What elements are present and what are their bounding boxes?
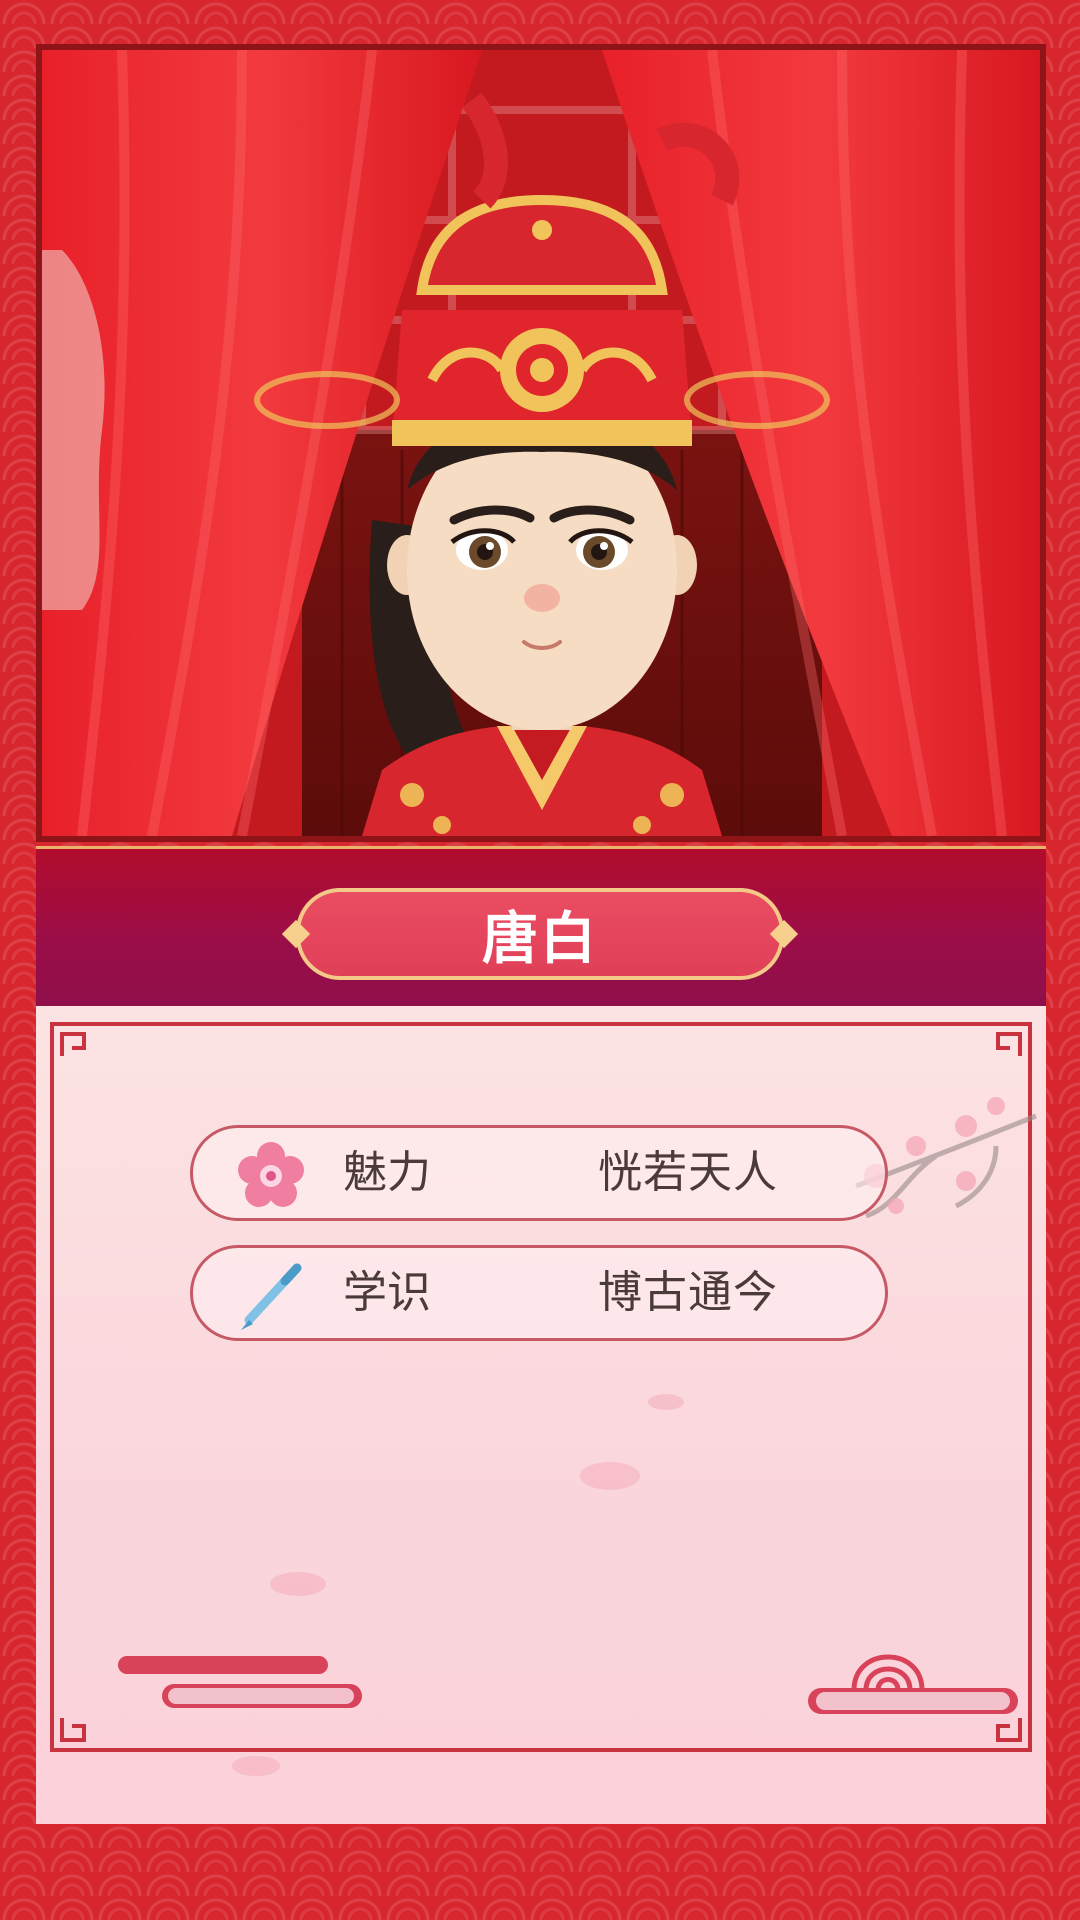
stat-row-learning: 学识 博古通今 bbox=[190, 1245, 888, 1341]
character-name: 唐白 bbox=[482, 906, 598, 972]
name-plate: 唐白 bbox=[281, 888, 799, 980]
stat-label: 魅力 bbox=[343, 1147, 431, 1198]
cloud-bar-right bbox=[808, 1654, 1018, 1714]
stat-row-charm: 魅力 恍若天人 bbox=[190, 1125, 888, 1221]
character-portrait bbox=[36, 44, 1046, 842]
stat-value: 博古通今 bbox=[598, 1267, 778, 1318]
stat-value: 恍若天人 bbox=[598, 1147, 778, 1198]
stat-label: 学识 bbox=[343, 1267, 431, 1318]
brush-icon bbox=[241, 1263, 302, 1330]
portrait-illustration bbox=[42, 50, 1040, 836]
plum-blossom-icon bbox=[238, 1142, 304, 1207]
cloud-bar-left bbox=[118, 1656, 362, 1708]
